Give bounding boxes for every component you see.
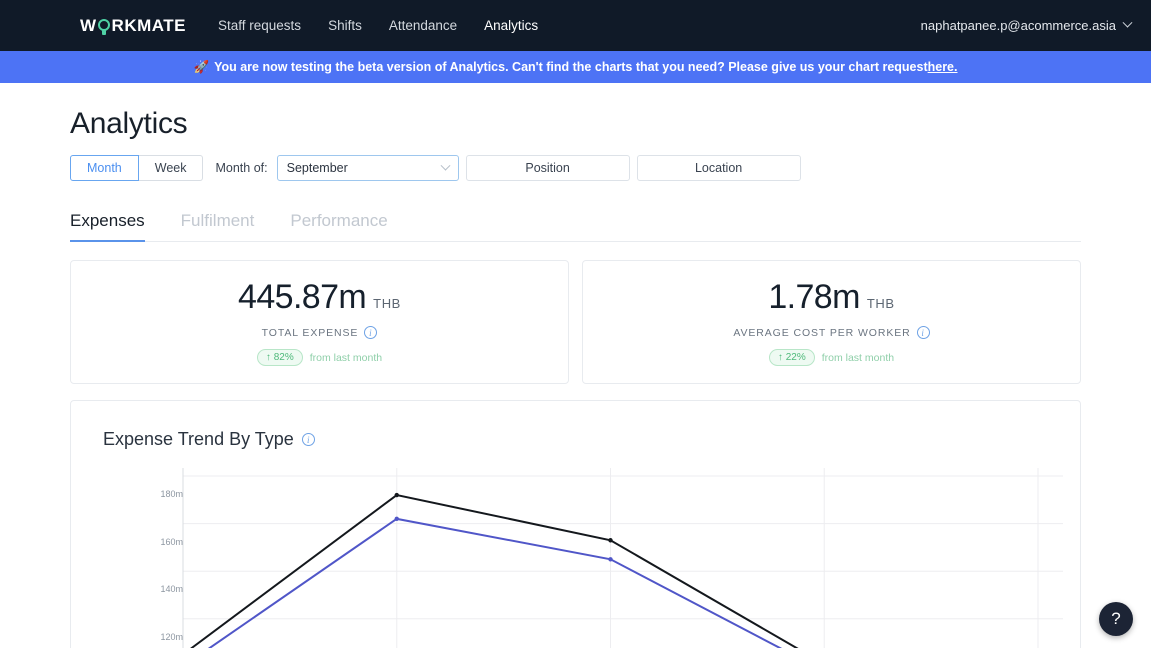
location-filter[interactable]: Location (636, 155, 801, 181)
average-cost-per-worker-card: 1.78m THB AVERAGE COST PER WORKER i ↑ 22… (582, 260, 1081, 384)
total-expense-delta-row: ↑ 82% from last month (256, 349, 383, 366)
chart-y-tick-label: 140m (160, 584, 183, 595)
info-icon[interactable]: i (301, 433, 315, 446)
rocket-icon: 🚀 (193, 59, 210, 74)
chart-y-axis-labels: 180m 160m 140m 120m (103, 468, 183, 648)
workmate-logo[interactable]: W RKMATE (80, 16, 186, 36)
period-month-button[interactable]: Month (70, 155, 139, 181)
beta-announcement-banner: 🚀 You are now testing the beta version o… (0, 51, 1151, 83)
nav-link-shifts[interactable]: Shifts (328, 18, 362, 33)
total-expense-label-row: TOTAL EXPENSE i (262, 326, 378, 339)
period-week-button[interactable]: Week (138, 155, 204, 181)
tab-expenses[interactable]: Expenses (70, 211, 145, 242)
tab-performance[interactable]: Performance (290, 211, 387, 242)
chart-data-point[interactable] (394, 516, 399, 522)
banner-text: You are now testing the beta version of … (214, 60, 928, 74)
nav-link-attendance[interactable]: Attendance (389, 18, 457, 33)
expense-trend-chart: 180m 160m 140m 120m (103, 468, 1063, 648)
top-navigation-bar: W RKMATE Staff requests Shifts Attendanc… (0, 0, 1151, 51)
chart-y-tick-label: 180m (160, 489, 183, 499)
total-expense-card: 445.87m THB TOTAL EXPENSE i ↑ 82% from l… (70, 260, 569, 384)
chart-data-point[interactable] (608, 557, 613, 562)
info-icon[interactable]: i (364, 326, 378, 339)
user-email-label: naphatpanee.p@acommerce.asia (920, 18, 1116, 33)
month-select-value: September (286, 161, 348, 175)
chart-title: Expense Trend By Type (103, 429, 294, 449)
analytics-tabs: Expenses Fulfilment Performance (70, 211, 1081, 242)
total-expense-delta-text: from last month (309, 351, 383, 364)
avg-cost-label: AVERAGE COST PER WORKER (733, 326, 911, 339)
chart-data-point[interactable] (394, 492, 399, 498)
page-title: Analytics (70, 107, 188, 140)
question-mark-icon: ? (1111, 609, 1121, 628)
avg-cost-value: 1.78m (768, 278, 860, 316)
chevron-down-icon (440, 160, 451, 171)
avg-cost-delta-row: ↑ 22% from last month (768, 349, 895, 366)
nav-link-staff-requests[interactable]: Staff requests (218, 18, 301, 33)
workmate-person-o-icon (97, 19, 111, 35)
avg-cost-delta-text: from last month (821, 351, 895, 364)
expense-trend-chart-panel: Expense Trend By Type i 180m 160m 140m 120m (70, 400, 1081, 648)
avg-cost-currency: THB (866, 296, 895, 311)
chart-data-point[interactable] (608, 538, 613, 543)
tab-fulfilment[interactable]: Fulfilment (181, 211, 255, 242)
info-icon[interactable]: i (916, 326, 930, 339)
total-expense-value: 445.87m (238, 278, 367, 316)
summary-cards: 445.87m THB TOTAL EXPENSE i ↑ 82% from l… (70, 260, 1081, 384)
status-badge: ↑ 82% (256, 349, 303, 366)
logo-text-post: RKMATE (111, 15, 186, 35)
logo-text-pre: W (80, 15, 97, 35)
total-expense-currency: THB (373, 296, 401, 311)
main-nav-links: Staff requests Shifts Attendance Analyti… (218, 18, 538, 33)
status-badge: ↑ 22% (768, 349, 815, 366)
nav-link-analytics[interactable]: Analytics (484, 18, 538, 33)
chart-y-tick-label: 160m (160, 536, 183, 547)
month-select[interactable]: September (276, 155, 459, 181)
chart-plot-svg (182, 468, 1063, 648)
total-expense-value-row: 445.87m THB (238, 278, 401, 317)
period-toggle-group: Month Week (70, 155, 204, 181)
user-account-menu[interactable]: naphatpanee.p@acommerce.asia (920, 17, 1133, 33)
banner-chart-request-link[interactable]: here. (928, 60, 958, 74)
chart-y-tick-label: 120m (160, 631, 183, 642)
month-of-label: Month of: (215, 161, 268, 175)
position-filter[interactable]: Position (465, 155, 630, 181)
avg-cost-label-row: AVERAGE COST PER WORKER i (733, 326, 930, 339)
total-expense-label: TOTAL EXPENSE (261, 326, 359, 339)
avg-cost-value-row: 1.78m THB (768, 278, 894, 317)
filter-bar: Month Week Month of: September Position … (70, 155, 1081, 181)
help-button[interactable]: ? (1099, 602, 1133, 636)
page-content: Analytics Month Week Month of: September… (0, 107, 1151, 648)
chevron-down-icon (1122, 17, 1133, 28)
chart-title-row: Expense Trend By Type i (103, 429, 1080, 450)
